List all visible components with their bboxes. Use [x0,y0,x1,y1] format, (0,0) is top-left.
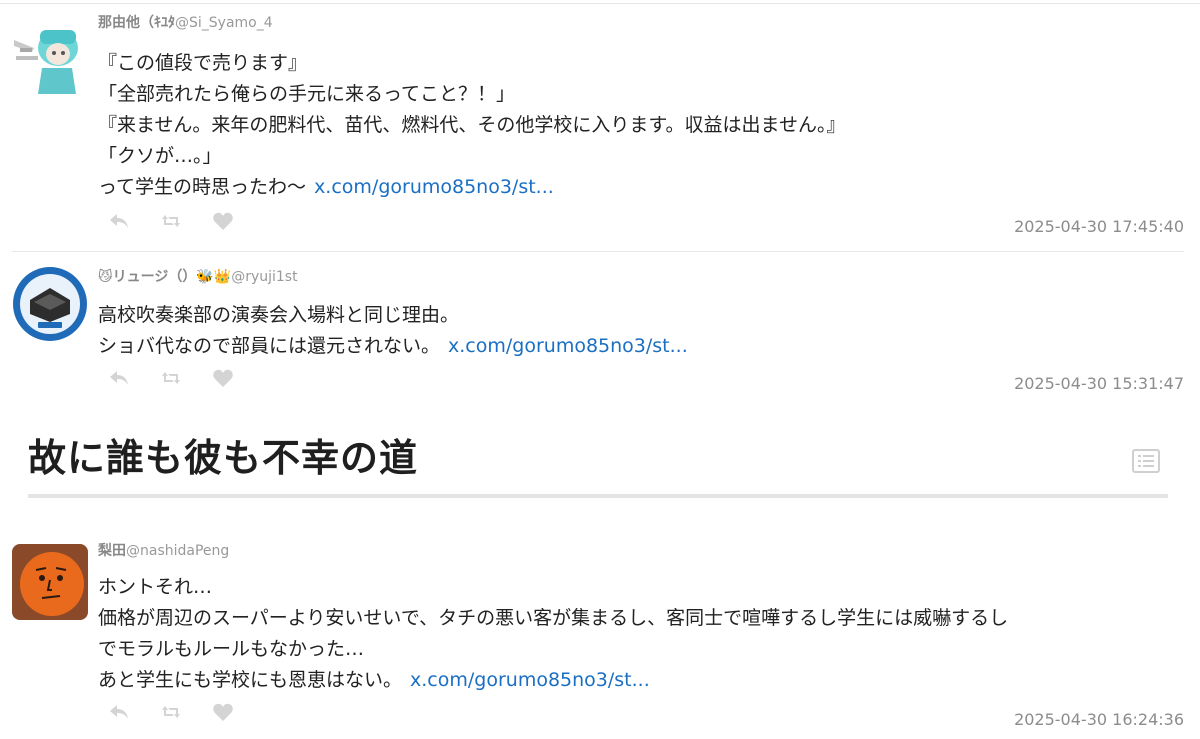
reply-icon[interactable] [108,368,130,388]
author-handle[interactable]: @Si_Syamo_4 [175,15,273,31]
tweet-line: 「全部売れたら俺らの手元に来るってこと？！」 [98,83,516,105]
top-divider [0,3,1200,4]
tweet-author[interactable]: 😼リュージ（）🐝👑@ryuji1st [98,266,1188,288]
tweet-card: 😼リュージ（）🐝👑@ryuji1st 高校吹奏楽部の演奏会入場料と同じ理由。 シ… [0,266,1200,398]
tweet-author[interactable]: 那由他（ｷﾕﾀ@Si_Syamo_4 [98,12,1188,34]
retweet-icon[interactable] [160,368,182,388]
heart-icon[interactable] [212,368,234,388]
tweet-line: って学生の時思ったわ〜 x.com/gorumo85no3/st... [98,172,1188,203]
tweet-card: 梨田@nashidaPeng ホントそれ… 価格が周辺のスーパーより安いせいで、… [0,540,1200,739]
tweet-line-text: って学生の時思ったわ〜 [98,176,307,198]
author-name[interactable]: 那由他（ｷﾕﾀ [98,15,175,31]
tweet-line: 『来ません。来年の肥料代、苗代、燃料代、その他学校に入ります。収益は出ません。』 [98,114,846,136]
tweet-timestamp[interactable]: 2025-04-30 15:31:47 [1014,374,1184,393]
reply-icon[interactable] [108,211,130,231]
reply-icon[interactable] [108,702,130,722]
avatar[interactable] [12,18,88,94]
section-heading: 故に誰も彼も不幸の道 [28,436,419,480]
tweet-line: 『この値段で売ります』 [98,52,308,74]
author-handle[interactable]: @ryuji1st [231,269,297,285]
tweet-card: 那由他（ｷﾕﾀ@Si_Syamo_4 『この値段で売ります』 「全部売れたら俺ら… [0,12,1200,248]
heading-underline [28,494,1168,498]
tweet-line-text: ショバ代なので部員には還元されない。 [98,335,441,357]
retweet-icon[interactable] [160,211,182,231]
author-name[interactable]: 梨田 [98,543,126,559]
tweet-line: でモラルもルールもなかった… [98,638,365,660]
tweet-link[interactable]: x.com/gorumo85no3/st... [410,669,650,691]
tweet-divider [12,251,1184,252]
tweet-author[interactable]: 梨田@nashidaPeng [98,540,1188,562]
tweet-timestamp[interactable]: 2025-04-30 17:45:40 [1014,217,1184,236]
tweet-line: ホントそれ… [98,576,213,598]
author-handle[interactable]: @nashidaPeng [126,543,229,559]
tweet-line: あと学生にも学校にも恩恵はない。 x.com/gorumo85no3/st... [98,665,1188,696]
retweet-icon[interactable] [160,702,182,722]
tweet-line: ショバ代なので部員には還元されない。 x.com/gorumo85no3/st..… [98,331,1188,362]
tweet-line-text: あと学生にも学校にも恩恵はない。 [98,669,403,691]
avatar[interactable] [12,544,88,620]
tweet-line: 高校吹奏楽部の演奏会入場料と同じ理由。 [98,304,460,326]
list-icon[interactable] [1132,449,1160,473]
tweet-timestamp[interactable]: 2025-04-30 16:24:36 [1014,710,1184,729]
tweet-text: ホントそれ… 価格が周辺のスーパーより安いせいで、タチの悪い客が集まるし、客同士… [98,572,1188,696]
tweet-line: 「クソが…。」 [98,145,222,167]
tweet-text: 『この値段で売ります』 「全部売れたら俺らの手元に来るってこと？！」 『来ません… [98,48,1188,203]
tweet-link[interactable]: x.com/gorumo85no3/st... [448,335,688,357]
heart-icon[interactable] [212,702,234,722]
tweet-line: 価格が周辺のスーパーより安いせいで、タチの悪い客が集まるし、客同士で喧嘩するし学… [98,607,1009,629]
author-name[interactable]: 😼リュージ（）🐝👑 [98,269,231,285]
heart-icon[interactable] [212,211,234,231]
avatar[interactable] [12,266,88,342]
tweet-link[interactable]: x.com/gorumo85no3/st... [314,176,554,198]
tweet-text: 高校吹奏楽部の演奏会入場料と同じ理由。 ショバ代なので部員には還元されない。 x.… [98,300,1188,362]
